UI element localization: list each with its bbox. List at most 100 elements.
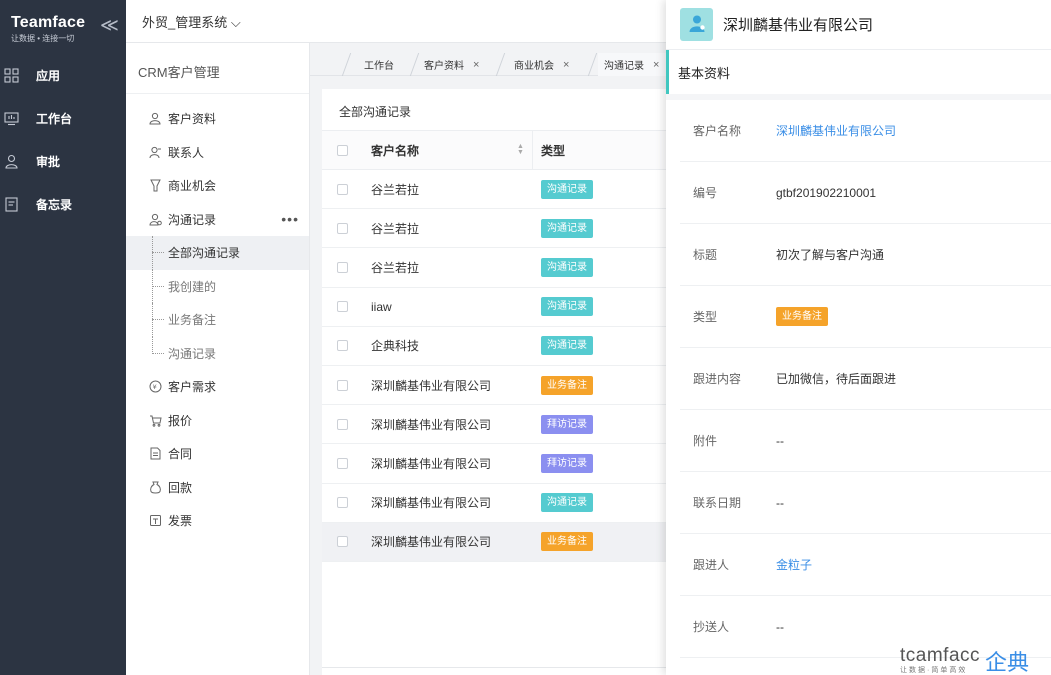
records-list: 全部沟通记录 客户名称 ▲ ▼ 类型 谷兰若拉 沟通记录 谷兰若拉 沟通记录 谷兰若拉 沟通… bbox=[322, 89, 686, 675]
sidebar-subitem-created-by-me[interactable]: 我创建的 bbox=[126, 269, 309, 304]
close-icon[interactable]: × bbox=[653, 59, 659, 71]
table-row[interactable]: 深圳麟基伟业有限公司 拜访记录 bbox=[322, 405, 686, 445]
column-divider bbox=[532, 131, 533, 169]
system-switcher[interactable]: 外贸_管理系统 ⌵ bbox=[142, 12, 241, 31]
tab-opportunities[interactable]: 商业机会 × bbox=[514, 53, 569, 76]
nav-item-approval[interactable]: 审批 bbox=[0, 140, 126, 183]
table-row[interactable]: 谷兰若拉 沟通记录 bbox=[322, 209, 686, 249]
type-badge: 沟通记录 bbox=[541, 218, 593, 238]
sidebar-item-payments[interactable]: 回款 bbox=[126, 471, 309, 505]
row-customer-name[interactable]: 企典科技 bbox=[371, 337, 419, 354]
sidebar-item-label: 客户需求 bbox=[168, 380, 217, 395]
field-label: 抄送人 bbox=[693, 620, 730, 634]
table-row[interactable]: 深圳麟基伟业有限公司 拜访记录 bbox=[322, 444, 686, 484]
table-row[interactable]: 深圳麟基伟业有限公司 业务备注 bbox=[322, 366, 686, 406]
sidebar-item-customers[interactable]: 客户资料 bbox=[126, 102, 309, 136]
drawer-header: 深圳麟基伟业有限公司 bbox=[666, 0, 1051, 50]
table-row[interactable]: 深圳麟基伟业有限公司 沟通记录 bbox=[322, 484, 686, 523]
field-label: 跟进内容 bbox=[693, 372, 742, 386]
field-label: 联系日期 bbox=[693, 496, 742, 510]
row-type-cell: 拜访记录 bbox=[541, 414, 593, 434]
customer-icon bbox=[148, 112, 162, 126]
sidebar-subitem-business-notes[interactable]: 业务备注 bbox=[126, 303, 309, 337]
svg-text:¥: ¥ bbox=[152, 383, 156, 391]
column-header-type[interactable]: 类型 bbox=[541, 142, 565, 159]
field-value[interactable]: 深圳麟基伟业有限公司 bbox=[776, 122, 896, 139]
nav-item-memo[interactable]: 备忘录 bbox=[0, 183, 126, 226]
sidebar-item-label: 商业机会 bbox=[168, 179, 217, 194]
tab-workbench[interactable]: 工作台 bbox=[364, 53, 394, 76]
field-label: 跟进人 bbox=[693, 558, 730, 572]
close-icon[interactable]: × bbox=[563, 59, 569, 71]
nav-item-apps[interactable]: 应用 bbox=[0, 54, 126, 97]
table-row[interactable]: 谷兰若拉 沟通记录 bbox=[322, 170, 686, 210]
close-icon[interactable]: × bbox=[473, 59, 479, 71]
section-title: 基本资料 bbox=[666, 50, 1051, 94]
table-row[interactable]: 深圳麟基伟业有限公司 业务备注 bbox=[322, 522, 686, 562]
row-checkbox[interactable] bbox=[337, 497, 348, 509]
sidebar-item-communications[interactable]: 沟通记录 ••• bbox=[126, 203, 309, 237]
row-customer-name[interactable]: 深圳麟基伟业有限公司 bbox=[371, 416, 491, 433]
sidebar-subitem-all-communications[interactable]: 全部沟通记录 bbox=[126, 236, 309, 270]
row-customer-name[interactable]: 谷兰若拉 bbox=[371, 259, 419, 276]
contract-icon bbox=[148, 447, 162, 461]
sidebar-item-contracts[interactable]: 合同 bbox=[126, 437, 309, 471]
module-sidebar: CRM客户管理 客户资料 联系人 商业机会 沟通记录 ••• 全部沟通记录 我创… bbox=[126, 43, 310, 675]
sidebar-subitem-communication-records[interactable]: 沟通记录 bbox=[126, 336, 309, 371]
table-row[interactable]: iiaw 沟通记录 bbox=[322, 288, 686, 327]
row-customer-name[interactable]: 谷兰若拉 bbox=[371, 220, 419, 237]
field-value: -- bbox=[776, 433, 784, 448]
type-badge: 拜访记录 bbox=[541, 453, 593, 473]
collapse-icon[interactable]: ≪ bbox=[100, 15, 119, 36]
list-footer bbox=[322, 667, 686, 675]
row-customer-name[interactable]: 深圳麟基伟业有限公司 bbox=[371, 377, 491, 394]
sidebar-item-contacts[interactable]: 联系人 bbox=[126, 136, 309, 170]
watermark-slogan: 让数据·简单高效 bbox=[900, 667, 968, 674]
row-checkbox[interactable] bbox=[337, 222, 348, 234]
detail-field: 编号 gtbf201902210001 bbox=[680, 162, 1051, 224]
row-checkbox[interactable] bbox=[337, 301, 348, 313]
row-checkbox[interactable] bbox=[337, 261, 348, 273]
row-checkbox[interactable] bbox=[337, 457, 348, 469]
row-customer-name[interactable]: 深圳麟基伟业有限公司 bbox=[371, 455, 491, 472]
row-customer-name[interactable]: 谷兰若拉 bbox=[371, 181, 419, 198]
tab-customers[interactable]: 客户资料 × bbox=[424, 53, 479, 76]
row-checkbox[interactable] bbox=[337, 379, 348, 391]
watermark-cn: 企典 bbox=[985, 650, 1030, 675]
table-row[interactable]: 谷兰若拉 沟通记录 bbox=[322, 248, 686, 288]
row-checkbox[interactable] bbox=[337, 418, 348, 430]
field-value[interactable]: 金粒子 bbox=[776, 556, 812, 573]
sidebar-item-opportunities[interactable]: 商业机会 bbox=[126, 169, 309, 203]
field-label: 标题 bbox=[693, 248, 718, 262]
tab-bar: 工作台 客户资料 × 商业机会 × 沟通记录 × bbox=[310, 43, 686, 76]
row-customer-name[interactable]: 深圳麟基伟业有限公司 bbox=[371, 533, 491, 550]
sidebar-subitem-label: 我创建的 bbox=[168, 279, 217, 294]
sidebar-subitem-label: 全部沟通记录 bbox=[168, 246, 241, 261]
column-header-name[interactable]: 客户名称 bbox=[371, 142, 419, 159]
sidebar-title: CRM客户管理 bbox=[126, 43, 309, 94]
table-row[interactable]: 企典科技 沟通记录 bbox=[322, 327, 686, 366]
row-type-cell: 沟通记录 bbox=[541, 179, 593, 199]
sidebar-item-label: 发票 bbox=[168, 514, 193, 529]
row-customer-name[interactable]: iiaw bbox=[371, 300, 392, 314]
nav-item-workbench[interactable]: 工作台 bbox=[0, 97, 126, 140]
select-all-checkbox[interactable] bbox=[337, 144, 348, 156]
opportunity-icon bbox=[148, 179, 162, 193]
more-icon[interactable]: ••• bbox=[281, 211, 299, 227]
row-checkbox[interactable] bbox=[337, 183, 348, 195]
table-header: 客户名称 ▲ ▼ 类型 bbox=[322, 131, 686, 170]
row-checkbox[interactable] bbox=[337, 536, 348, 548]
sidebar-item-quotes[interactable]: 报价 bbox=[126, 404, 309, 438]
row-customer-name[interactable]: 深圳麟基伟业有限公司 bbox=[371, 494, 491, 511]
row-checkbox[interactable] bbox=[337, 340, 348, 352]
sort-icon[interactable]: ▲ ▼ bbox=[517, 143, 524, 156]
top-bar: 外贸_管理系统 ⌵ bbox=[126, 0, 686, 43]
tab-separator bbox=[341, 53, 359, 76]
field-value: 业务备注 bbox=[776, 307, 828, 326]
type-badge: 拜访记录 bbox=[541, 414, 593, 434]
row-type-cell: 业务备注 bbox=[541, 532, 593, 552]
field-value: 已加微信，待后面跟进 bbox=[776, 372, 897, 386]
sidebar-item-demands[interactable]: ¥ 客户需求 bbox=[126, 370, 309, 404]
field-value: 初次了解与客户沟通 bbox=[776, 248, 885, 262]
sidebar-item-invoices[interactable]: 发票 bbox=[126, 504, 309, 538]
